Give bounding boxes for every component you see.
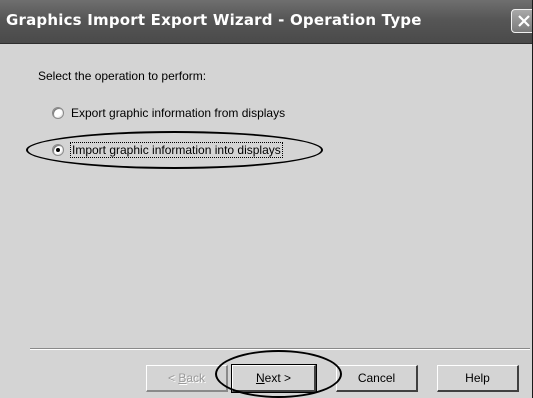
back-button[interactable]: < Back (146, 365, 228, 392)
next-rest: ext > (264, 371, 292, 385)
close-icon (518, 15, 530, 27)
operation-prompt: Select the operation to perform: (38, 69, 207, 83)
next-accel: N (255, 371, 265, 385)
cancel-button[interactable]: Cancel (336, 365, 418, 392)
window-title: Graphics Import Export Wizard - Operatio… (6, 11, 422, 29)
import-option-label[interactable]: Import graphic information into displays (70, 142, 283, 158)
cancel-label: Cancel (357, 371, 396, 385)
wizard-dialog: Graphics Import Export Wizard - Operatio… (0, 0, 533, 398)
import-radio[interactable] (52, 144, 64, 156)
back-rest: ack (186, 371, 206, 385)
export-radio[interactable] (52, 107, 64, 119)
dialog-body: Select the operation to perform: Export … (0, 44, 532, 398)
close-button[interactable] (511, 9, 532, 33)
help-label: Help (465, 371, 490, 385)
next-button[interactable]: Next > (231, 364, 317, 393)
export-option-label[interactable]: Export graphic information from displays (71, 106, 285, 120)
back-prefix: < (167, 371, 179, 385)
help-button[interactable]: Help (437, 365, 519, 392)
button-separator (30, 348, 530, 350)
title-bar[interactable]: Graphics Import Export Wizard - Operatio… (0, 0, 532, 44)
